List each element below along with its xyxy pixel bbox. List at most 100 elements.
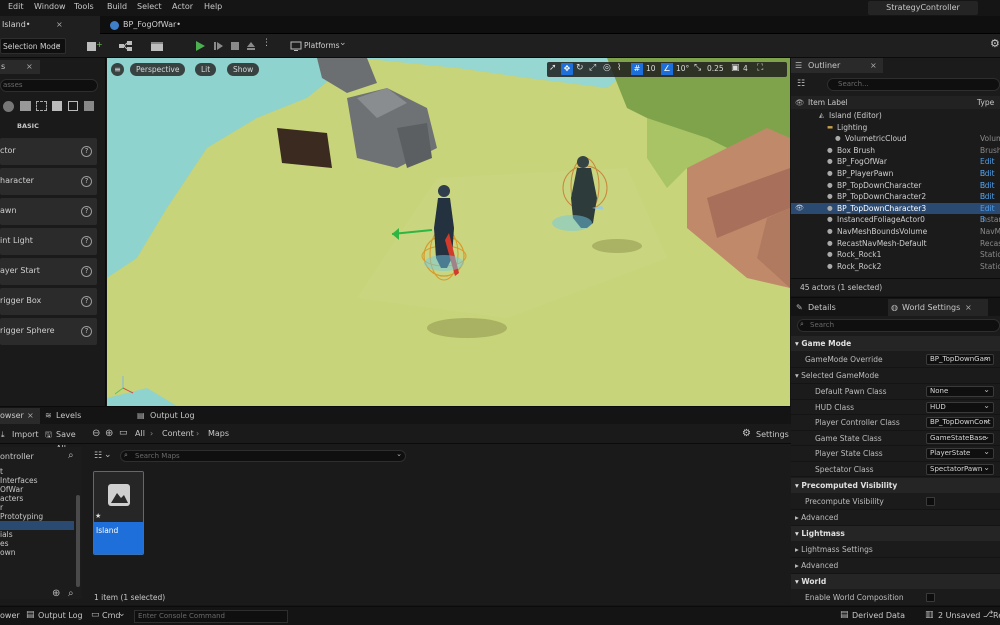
menu-actor[interactable]: Actor [172, 2, 193, 11]
help-icon[interactable]: ? [81, 206, 92, 217]
status-output-log[interactable]: Output Log [38, 611, 83, 620]
place-actors-tab[interactable]: s × [0, 60, 40, 74]
place-item-trigger-box[interactable]: rigger Box? [0, 288, 97, 315]
import-button[interactable]: ⤓ Import [0, 428, 39, 442]
prop-dropdown[interactable]: GameStateBase [926, 432, 994, 444]
outliner-row[interactable]: ● InstancedFoliageActor0 Instan [791, 214, 1000, 226]
place-item-pawn[interactable]: awn? [0, 198, 97, 225]
folder-tree-item[interactable]: es [0, 539, 74, 548]
menu-build[interactable]: Build [107, 2, 127, 11]
move-tool-icon[interactable]: ✥ [561, 63, 573, 75]
tab-output-log[interactable]: ▤ Output Log [135, 408, 215, 424]
status-derived-data[interactable]: Derived Data [852, 611, 905, 620]
search-icon[interactable]: ⌕ [68, 588, 74, 599]
tab-world-settings[interactable]: ◍ World Settings × [888, 299, 988, 316]
section-world[interactable]: ▾ World [791, 574, 1000, 589]
menu-edit[interactable]: Edit [8, 2, 24, 11]
filter-icon[interactable]: ☷ [94, 451, 102, 461]
outliner-row[interactable]: ● BP_PlayerPawn Edit B [791, 168, 1000, 190]
platforms-button[interactable]: Platforms ⌄ [288, 38, 348, 54]
settings-button[interactable]: ⚙ [988, 37, 1000, 54]
section-lightmass[interactable]: ▾ Lightmass [791, 526, 1000, 541]
menu-tools[interactable]: Tools [74, 2, 94, 11]
console-input[interactable]: Enter Console Command [134, 610, 288, 623]
col-type[interactable]: Type [977, 96, 994, 109]
breadcrumb-content[interactable]: Content [162, 429, 194, 438]
volumes-icon[interactable] [36, 101, 47, 111]
prop-dropdown[interactable]: SpectatorPawn [926, 463, 994, 475]
outliner-row[interactable]: ● BP_FogOfWar Edit B [791, 156, 1000, 178]
content-settings-button[interactable]: ⚙ Settings [740, 428, 790, 442]
place-item-character[interactable]: haracter? [0, 168, 97, 195]
stop-button[interactable] [229, 38, 241, 54]
cinematics-button[interactable] [148, 38, 172, 54]
selection-mode-dropdown[interactable]: Selection Mode ⌄ [0, 38, 66, 54]
save-all-button[interactable]: 🖫 Save All [43, 428, 88, 453]
scale-tool-icon[interactable]: ⤢ [589, 63, 596, 73]
prop-lightmass-settings[interactable]: ▸ Lightmass Settings [791, 542, 1000, 558]
folder-tree-item[interactable]: Interfaces [0, 476, 74, 485]
place-item-trigger-sphere[interactable]: rigger Sphere? [0, 318, 97, 345]
filter-icon[interactable]: ☷ [797, 79, 805, 89]
status-revision[interactable]: Re [993, 611, 1000, 620]
outliner-row[interactable]: ● RecastNavMesh-Default Recas [791, 238, 1000, 250]
place-item-actor[interactable]: ctor? [0, 138, 97, 165]
asset-search[interactable]: ⌕ Search Maps ⌄ [120, 450, 406, 462]
prop-advanced-2[interactable]: ▸ Advanced [791, 558, 1000, 574]
folder-tree-item[interactable]: t [0, 467, 74, 476]
place-actors-search[interactable]: asses [0, 79, 98, 92]
visual-icon[interactable] [52, 101, 62, 111]
blueprints-button[interactable] [116, 38, 140, 54]
place-item-point-light[interactable]: int Light? [0, 228, 97, 255]
play-options-button[interactable]: ⋮ [262, 38, 274, 54]
help-icon[interactable]: ? [81, 176, 92, 187]
add-icon[interactable]: ⊕ [52, 588, 60, 599]
camera-speed-value[interactable]: 4 [743, 64, 748, 73]
lights-icon[interactable] [20, 101, 31, 111]
perspective-button[interactable]: Perspective [130, 63, 186, 76]
folder-tree-item[interactable] [0, 521, 74, 530]
maximize-viewport-icon[interactable]: ⛶ [757, 63, 763, 73]
shape-icon[interactable] [3, 101, 14, 112]
camera-speed-icon[interactable]: ▣ [731, 63, 740, 73]
help-icon[interactable]: ? [81, 266, 92, 277]
menu-select[interactable]: Select [137, 2, 162, 11]
folder-tree-item[interactable]: Prototyping [0, 512, 74, 521]
outliner-row[interactable]: ● VolumetricCloud Volum [791, 133, 1000, 145]
help-icon[interactable]: ? [81, 296, 92, 307]
outliner-row[interactable]: ● BP_TopDownCharacter Edit B [791, 180, 1000, 202]
folder-tree-item[interactable]: own [0, 548, 74, 557]
outliner-row[interactable]: ● NavMeshBoundsVolume NavMe [791, 226, 1000, 238]
rotation-snap-value[interactable]: 10° [676, 64, 689, 73]
section-precomputed-visibility[interactable]: ▾ Precomputed Visibility [791, 478, 1000, 493]
visibility-icon[interactable]: 👁 [795, 203, 804, 215]
asset-tile-island[interactable]: ★ Island [93, 471, 144, 555]
rotate-tool-icon[interactable]: ↻ [576, 63, 584, 73]
status-unsaved[interactable]: 2 Unsaved [938, 611, 980, 620]
help-icon[interactable]: ? [81, 326, 92, 337]
play-button[interactable] [192, 38, 208, 54]
gamemode-override-dropdown[interactable]: BP_TopDownGam [926, 354, 994, 365]
outliner-search[interactable]: Search... [827, 78, 1000, 91]
outliner-tab[interactable]: ☰ Outliner × [791, 58, 883, 73]
grid-snap-value[interactable]: 10 [646, 64, 656, 73]
grid-snap-icon[interactable]: # [631, 63, 643, 75]
folder-tree-item[interactable]: acters [0, 494, 74, 503]
prop-dropdown[interactable]: HUD [926, 401, 994, 413]
world-composition-checkbox[interactable] [926, 593, 935, 602]
tab-level[interactable]: Island• × [0, 16, 100, 34]
outliner-row[interactable]: ● Rock_Rock2 Static [791, 261, 1000, 273]
geometry-icon[interactable] [68, 101, 78, 111]
outliner-row[interactable]: ● Rock_Rock1 Static [791, 249, 1000, 261]
tab-blueprint[interactable]: BP_FogOfWar• [104, 16, 224, 34]
history-back-icon[interactable]: ⊖ [92, 428, 100, 439]
status-content-browser[interactable]: ower [0, 611, 20, 620]
rotation-snap-icon[interactable]: ∠ [661, 63, 673, 75]
tree-scrollbar[interactable] [76, 495, 80, 587]
prop-dropdown[interactable]: PlayerState [926, 448, 994, 459]
prop-dropdown[interactable]: None [926, 386, 994, 397]
chevron-down-icon[interactable]: ⌄ [118, 609, 126, 619]
show-button[interactable]: Show [227, 63, 260, 76]
folder-tree-item[interactable]: r [0, 503, 74, 512]
tab-details[interactable]: ✎ Details [794, 300, 874, 316]
